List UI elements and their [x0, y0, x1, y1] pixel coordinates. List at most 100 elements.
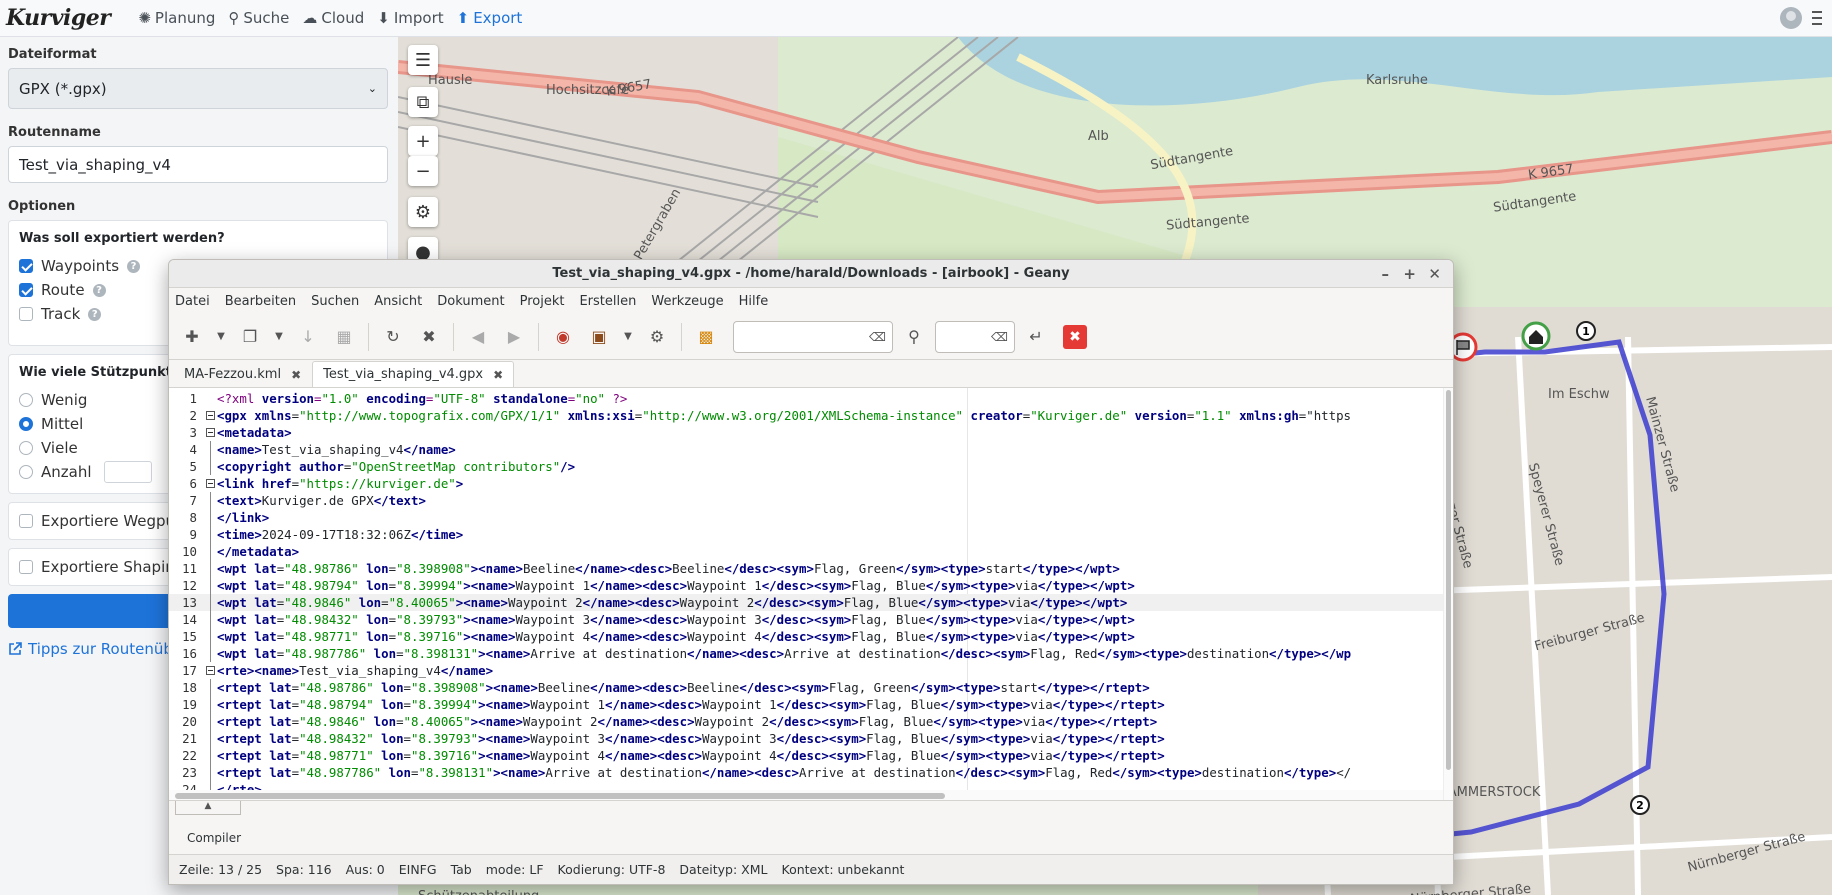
code-line[interactable]: 18 <rtept lat="48.98786" lon="8.398908"><… [169, 679, 1445, 696]
code-line[interactable]: 4 <name>Test_via_shaping_v4</name> [169, 441, 1445, 458]
waypoint-marker-2[interactable]: 2 [1630, 795, 1650, 815]
start-home-marker[interactable] [1521, 321, 1551, 351]
quit-icon[interactable]: ✖ [1063, 324, 1087, 349]
window-titlebar[interactable]: Test_via_shaping_v4.gpx - /home/harald/D… [169, 260, 1453, 288]
close-file-icon[interactable]: ✖ [414, 322, 444, 352]
code-line[interactable]: 22 <rtept lat="48.98771" lon="8.39716"><n… [169, 747, 1445, 764]
close-tab-icon[interactable]: ✖ [291, 368, 301, 382]
code-line[interactable]: 5 <copyright author="OpenStreetMap contri… [169, 458, 1445, 475]
layers-icon[interactable]: ☰ [408, 45, 438, 75]
code-line[interactable]: 14 <wpt lat="48.98432" lon="8.39793"><nam… [169, 611, 1445, 628]
reload-icon[interactable]: ↻ [378, 322, 408, 352]
code-line[interactable]: 1 <?xml version="1.0" encoding="UTF-8" st… [169, 390, 1445, 407]
checkbox[interactable] [19, 283, 33, 297]
nav-cloud[interactable]: ☁ Cloud [302, 9, 364, 27]
menu-projekt[interactable]: Projekt [520, 294, 565, 309]
zoom-in-button[interactable]: + [408, 126, 438, 156]
code-line[interactable]: 8 </link> [169, 509, 1445, 526]
vertical-scrollbar-thumb[interactable] [1446, 390, 1451, 770]
radio[interactable] [19, 441, 33, 455]
horizontal-scrollbar-thumb[interactable] [175, 793, 945, 799]
menu-icon[interactable] [1812, 11, 1822, 25]
forward-icon[interactable]: ▶ [499, 322, 529, 352]
save-icon[interactable]: ↓ [293, 322, 323, 352]
export-wegpunkte-checkbox[interactable] [19, 514, 33, 528]
goto-line-input[interactable]: ⌫ [935, 320, 1015, 353]
code-line[interactable]: 6 <link href="https://kurviger.de"> [169, 475, 1445, 492]
settings-icon[interactable]: ⚙ [408, 197, 438, 227]
fold-toggle-icon[interactable] [197, 424, 217, 441]
code-line[interactable]: 13 <wpt lat="48.9846" lon="8.40065"><name… [169, 594, 1445, 611]
menu-bearbeiten[interactable]: Bearbeiten [225, 294, 296, 309]
code-line[interactable]: 20 <rtept lat="48.9846" lon="8.40065"><na… [169, 713, 1445, 730]
nav-suche[interactable]: ⚲ Suche [228, 9, 289, 27]
waypoint-marker-1[interactable]: 1 [1576, 321, 1596, 341]
checkbox[interactable] [19, 307, 33, 321]
collapse-icon[interactable]: ▲ [175, 801, 241, 815]
code-line[interactable]: 16 <wpt lat="48.987786" lon="8.398131"><n… [169, 645, 1445, 662]
compiler-tab[interactable]: Compiler [187, 831, 241, 845]
build-dropdown-icon[interactable]: ▼ [620, 322, 636, 352]
nav-import[interactable]: ⬇ Import [377, 9, 443, 27]
close-tab-icon[interactable]: ✖ [493, 368, 503, 382]
nav-export[interactable]: ⬆ Export [457, 9, 523, 27]
help-icon[interactable]: ? [88, 307, 102, 321]
search-input[interactable]: ⌫ [733, 320, 893, 353]
code-line[interactable]: 19 <rtept lat="48.98794" lon="8.39994"><n… [169, 696, 1445, 713]
menu-ansicht[interactable]: Ansicht [374, 294, 422, 309]
open-dropdown-icon[interactable]: ▼ [271, 322, 287, 352]
code-line[interactable]: 2 <gpx xmlns="http://www.topografix.com/G… [169, 407, 1445, 424]
document-tab[interactable]: MA-Fezzou.kml ✖ [173, 361, 312, 387]
kurviger-logo[interactable]: Kurviger [6, 5, 111, 31]
vertical-scrollbar[interactable] [1443, 388, 1453, 800]
code-line[interactable]: 9 <time>2024-09-17T18:32:06Z</time> [169, 526, 1445, 543]
help-icon[interactable]: ? [92, 283, 106, 297]
fold-toggle-icon[interactable] [197, 662, 217, 679]
code-editor[interactable]: 1 <?xml version="1.0" encoding="UTF-8" st… [169, 388, 1453, 800]
menu-erstellen[interactable]: Erstellen [579, 294, 636, 309]
code-line[interactable]: 12 <wpt lat="48.98794" lon="8.39994"><nam… [169, 577, 1445, 594]
back-icon[interactable]: ◀ [463, 322, 493, 352]
color-chooser-icon[interactable]: ▩ [691, 322, 721, 352]
code-line[interactable]: 15 <wpt lat="48.98771" lon="8.39716"><nam… [169, 628, 1445, 645]
code-line[interactable]: 17 <rte><name>Test_via_shaping_v4</name> [169, 662, 1445, 679]
format-select[interactable]: GPX (*.gpx) ⌄ [8, 68, 388, 109]
code-line[interactable]: 3 <metadata> [169, 424, 1445, 441]
nav-planung[interactable]: ✺ Planung [138, 9, 215, 27]
maximize-icon[interactable]: + [1403, 265, 1416, 283]
fold-toggle-icon[interactable] [197, 475, 217, 492]
export-shaping-checkbox[interactable] [19, 560, 33, 574]
menu-hilfe[interactable]: Hilfe [739, 294, 769, 309]
clear-goto-icon[interactable]: ⌫ [991, 330, 1008, 344]
compile-icon[interactable]: ◉ [548, 322, 578, 352]
open-file-icon[interactable]: ❐ [235, 322, 265, 352]
zoom-out-button[interactable]: − [408, 156, 438, 186]
menu-suchen[interactable]: Suchen [311, 294, 359, 309]
search-icon[interactable]: ⚲ [899, 322, 929, 352]
clear-search-icon[interactable]: ⌫ [869, 330, 886, 344]
code-lines[interactable]: 1 <?xml version="1.0" encoding="UTF-8" st… [169, 390, 1445, 798]
build-icon[interactable]: ▣ [584, 322, 614, 352]
horizontal-scrollbar[interactable] [169, 790, 1443, 800]
help-icon[interactable]: ? [127, 259, 141, 273]
close-icon[interactable]: ✕ [1428, 265, 1441, 283]
code-line[interactable]: 10 </metadata> [169, 543, 1445, 560]
user-avatar-icon[interactable] [1780, 7, 1802, 29]
count-input[interactable] [103, 461, 152, 483]
code-line[interactable]: 23 <rtept lat="48.987786" lon="8.398131">… [169, 764, 1445, 781]
new-file-icon[interactable]: ✚ [177, 322, 207, 352]
save-all-icon[interactable]: ▦ [329, 322, 359, 352]
new-dropdown-icon[interactable]: ▼ [213, 322, 229, 352]
radio[interactable] [19, 417, 33, 431]
code-line[interactable]: 7 <text>Kurviger.de GPX</text> [169, 492, 1445, 509]
radio[interactable] [19, 465, 33, 479]
execute-icon[interactable]: ⚙ [642, 322, 672, 352]
fold-toggle-icon[interactable] [197, 407, 217, 424]
code-line[interactable]: 21 <rtept lat="48.98432" lon="8.39793"><n… [169, 730, 1445, 747]
menu-werkzeuge[interactable]: Werkzeuge [651, 294, 723, 309]
routename-input[interactable]: Test_via_shaping_v4 [8, 146, 388, 183]
goto-line-icon[interactable]: ↵ [1021, 322, 1051, 352]
document-tab[interactable]: Test_via_shaping_v4.gpx ✖ [312, 361, 515, 387]
menu-datei[interactable]: Datei [175, 294, 210, 309]
overlay-icon[interactable]: ⧉ [408, 87, 438, 117]
